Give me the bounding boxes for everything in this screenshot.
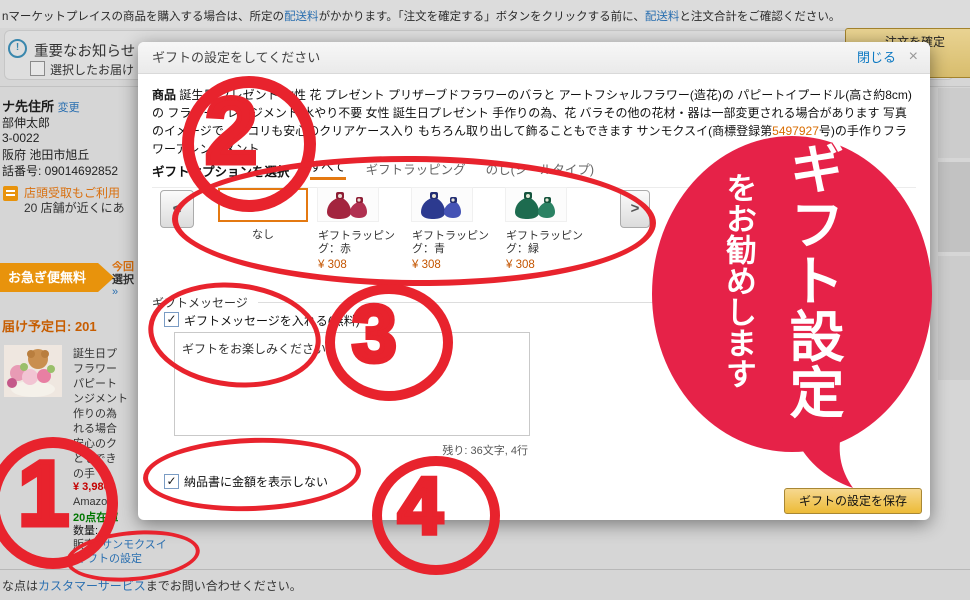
notice-checkbox-label: 選択したお届け (50, 61, 134, 78)
gift-message-checkbox-label: ギフトメッセージを入れる(無料) (184, 312, 360, 329)
notice-text-2: がかかります。「注文を確定する」ボタンをクリックする前に、 (319, 11, 645, 23)
green-gift-bag-image (506, 188, 566, 221)
product-line: パピート (73, 377, 139, 392)
product-line: フラワー (73, 362, 139, 377)
product-line: 誕生日プ (73, 347, 139, 362)
checkout-page: nマーケットプレイスの商品を購入する場合は、所定の配送料がかかります。「注文を確… (0, 0, 970, 600)
footer-help-text: な点はカスタマーサービスまでお問い合わせください。 (2, 577, 302, 594)
wrapping-carousel: なし ギフトラッピング：赤 ¥ 308 (152, 188, 916, 300)
trademark-number: 5497927 (772, 124, 819, 138)
wrapping-blue-label: ギフトラッピング：青 (412, 230, 504, 256)
express-side-line1: 今回 (112, 261, 138, 274)
wrapping-option-red[interactable]: ギフトラッピング：赤 ¥ 308 (318, 188, 410, 271)
address-phone: 話番号: 09014692852 (2, 162, 118, 179)
tab-gift-wrapping[interactable]: ギフトラッピング (366, 159, 466, 180)
wrapping-green-label: ギフトラッピング：緑 (506, 230, 598, 256)
close-x-icon[interactable] (909, 42, 918, 72)
modal-title: ギフトの設定をしてください (152, 42, 320, 74)
characters-remaining: 残り: 36文字, 4行 (174, 442, 528, 458)
order-summary-block (938, 88, 970, 158)
address-heading: ナ先住所 変更 (2, 96, 80, 115)
marketplace-notice-text: nマーケットプレイスの商品を購入する場合は、所定の配送料がかかります。「注文を確… (2, 8, 840, 24)
address-city: 阪府 池田市旭丘 (2, 146, 89, 163)
alert-icon (8, 39, 27, 58)
gift-message-heading: ギフトメッセージ (152, 294, 248, 311)
product-line: れる場合 (73, 422, 139, 437)
order-summary-block (938, 162, 970, 252)
amazon-label: Amazon (73, 496, 113, 508)
wrapping-green-price: ¥ 308 (506, 259, 598, 271)
heading-rule (258, 302, 916, 303)
delivery-date: 届け予定日: 201 (2, 316, 97, 335)
hide-price-checkbox[interactable] (164, 474, 179, 489)
address-change-link[interactable]: 変更 (58, 102, 80, 114)
gift-options-row: ギフトオプションを選択 すべて ギフトラッピング のし(シールタイプ) (152, 156, 916, 188)
product-price: ¥ 3,980 (73, 481, 110, 493)
express-side-line2: 選択 (112, 274, 138, 287)
important-notice-title: 重要なお知らせ (34, 40, 135, 61)
address-name: 部伸太郎 (2, 114, 50, 131)
product-line: 作りの為 (73, 407, 139, 422)
product-line: 安心のク (73, 437, 139, 452)
store-pickup-count: 20 店舗が近くにあ (24, 199, 125, 216)
gift-message-textarea[interactable]: ギフトをお楽しみください！ (174, 332, 530, 436)
shipping-fee-link-2[interactable]: 配送料 (645, 11, 680, 23)
customer-service-link[interactable]: カスタマーサービス (38, 579, 146, 593)
address-heading-text: ナ先住所 (2, 99, 54, 114)
shipping-fee-link-1[interactable]: 配送料 (284, 11, 319, 23)
close-button[interactable]: 閉じる (857, 42, 896, 74)
gift-settings-link[interactable]: ギフトの設定 (76, 550, 142, 566)
notice-checkbox[interactable] (30, 61, 45, 76)
wrapping-red-price: ¥ 308 (318, 259, 410, 271)
product-description-clipped: 誕生日プ フラワー パピート ンジメント 作りの為 れる場合 安心のク ともでき… (73, 347, 139, 482)
tab-all[interactable]: すべて (310, 156, 346, 180)
product-line: ともでき (73, 452, 139, 467)
store-pickup-icon (3, 186, 18, 201)
product-thumbnail (4, 345, 62, 397)
red-gift-bag-image (318, 188, 378, 221)
order-summary-block (938, 256, 970, 380)
notice-text-1: nマーケットプレイスの商品を購入する場合は、所定の (2, 11, 284, 23)
product-line: ンジメント (73, 392, 139, 407)
gift-options-label: ギフトオプションを選択 (152, 161, 290, 180)
footer-divider (0, 569, 970, 570)
express-more-link[interactable]: » (112, 286, 138, 299)
express-free-badge: お急ぎ便無料 (0, 263, 114, 292)
wrapping-option-blue[interactable]: ギフトラッピング：青 ¥ 308 (412, 188, 504, 271)
carousel-next-button[interactable] (620, 190, 650, 228)
notice-text-3: と注文合計をご確認ください。 (679, 11, 840, 23)
footer-text-1: な点は (2, 579, 38, 593)
wrapping-option-none[interactable] (218, 188, 308, 222)
wrapping-option-green[interactable]: ギフトラッピング：緑 ¥ 308 (506, 188, 598, 271)
product-line: の手 (73, 467, 139, 482)
footer-text-2: までお問い合わせください。 (146, 579, 302, 593)
annotation-number-1: 1 (18, 448, 69, 540)
save-gift-settings-button[interactable]: ギフトの設定を保存 (784, 488, 922, 514)
express-side-text: 今回 選択 » (112, 261, 138, 299)
modal-product-description: 商品 誕生日 プレゼント 女性 花 プレゼント プリザーブドフラワーのバラと ア… (152, 86, 916, 158)
wrapping-none-label: なし (218, 226, 308, 242)
hide-price-checkbox-label: 納品書に金額を表示しない (184, 473, 328, 490)
address-postal: 3-0022 (2, 131, 39, 145)
gift-message-checkbox[interactable] (164, 312, 179, 327)
tab-noshi[interactable]: のし(シールタイプ) (486, 159, 594, 180)
wrapping-blue-price: ¥ 308 (412, 259, 504, 271)
carousel-prev-button[interactable] (160, 190, 194, 228)
wrapping-red-label: ギフトラッピング：赤 (318, 230, 410, 256)
product-label: 商品 (152, 88, 176, 102)
blue-gift-bag-image (412, 188, 472, 221)
gift-settings-modal: ギフトの設定をしてください 閉じる 商品 誕生日 プレゼント 女性 花 プレゼン… (138, 42, 930, 520)
gift-message-heading-row: ギフトメッセージ (152, 294, 916, 311)
